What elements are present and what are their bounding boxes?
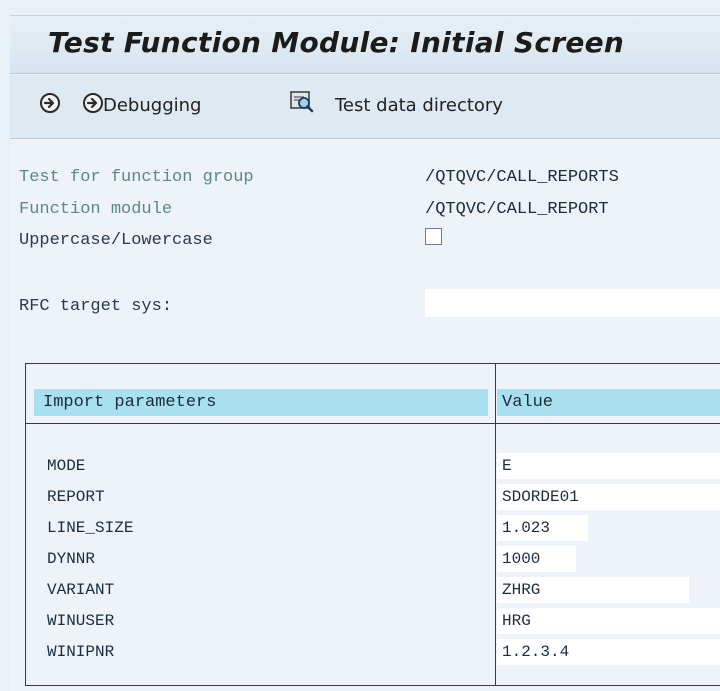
main-content: Test for function group /QTQVC/CALL_REPO… bbox=[10, 139, 720, 691]
value-header: Value bbox=[497, 389, 720, 416]
param-value-line-size[interactable]: 1.023 bbox=[497, 515, 588, 541]
test-data-directory-icon bbox=[289, 90, 315, 119]
debugging-label: Debugging bbox=[103, 95, 202, 116]
param-name-variant: VARIANT bbox=[47, 581, 115, 599]
param-value-winuser[interactable]: HRG bbox=[497, 608, 720, 634]
param-name-line-size: LINE_SIZE bbox=[47, 519, 134, 537]
debug-icon bbox=[82, 92, 104, 119]
rfc-target-sys-input[interactable] bbox=[425, 289, 720, 317]
param-name-report: REPORT bbox=[47, 488, 105, 506]
application-toolbar: Debugging Test data directory bbox=[10, 75, 720, 139]
debugging-button[interactable]: Debugging bbox=[82, 75, 252, 139]
uppercase-lowercase-checkbox[interactable] bbox=[425, 228, 442, 245]
param-value-mode[interactable]: E bbox=[497, 453, 720, 479]
function-module-label: Function module bbox=[19, 200, 173, 219]
header-separator bbox=[26, 423, 720, 424]
page-title: Test Function Module: Initial Screen bbox=[48, 26, 625, 59]
test-data-directory-button[interactable]: Test data directory bbox=[289, 75, 579, 139]
param-value-winipnr[interactable]: 1.2.3.4 bbox=[497, 639, 720, 665]
rfc-target-sys-label: RFC target sys: bbox=[19, 297, 173, 316]
function-module-value: /QTQVC/CALL_REPORT bbox=[425, 200, 609, 219]
param-value-report[interactable]: SDORDE01 bbox=[497, 484, 720, 510]
param-value-variant[interactable]: ZHRG bbox=[497, 577, 689, 603]
test-data-directory-label: Test data directory bbox=[335, 95, 503, 116]
uppercase-lowercase-label: Uppercase/Lowercase bbox=[19, 231, 213, 250]
param-name-dynnr: DYNNR bbox=[47, 550, 96, 568]
function-group-value: /QTQVC/CALL_REPORTS bbox=[425, 168, 619, 187]
function-group-label: Test for function group bbox=[19, 168, 254, 187]
import-parameters-table: Import parameters Value MODE E REPORT SD… bbox=[25, 363, 720, 686]
param-name-mode: MODE bbox=[47, 457, 86, 475]
execute-icon[interactable] bbox=[39, 92, 61, 119]
param-value-dynnr[interactable]: 1000 bbox=[497, 546, 576, 572]
column-divider bbox=[495, 364, 496, 685]
param-name-winipnr: WINIPNR bbox=[47, 643, 115, 661]
import-parameters-header: Import parameters bbox=[34, 389, 488, 416]
title-bar: Test Function Module: Initial Screen bbox=[10, 15, 720, 74]
param-name-winuser: WINUSER bbox=[47, 612, 115, 630]
